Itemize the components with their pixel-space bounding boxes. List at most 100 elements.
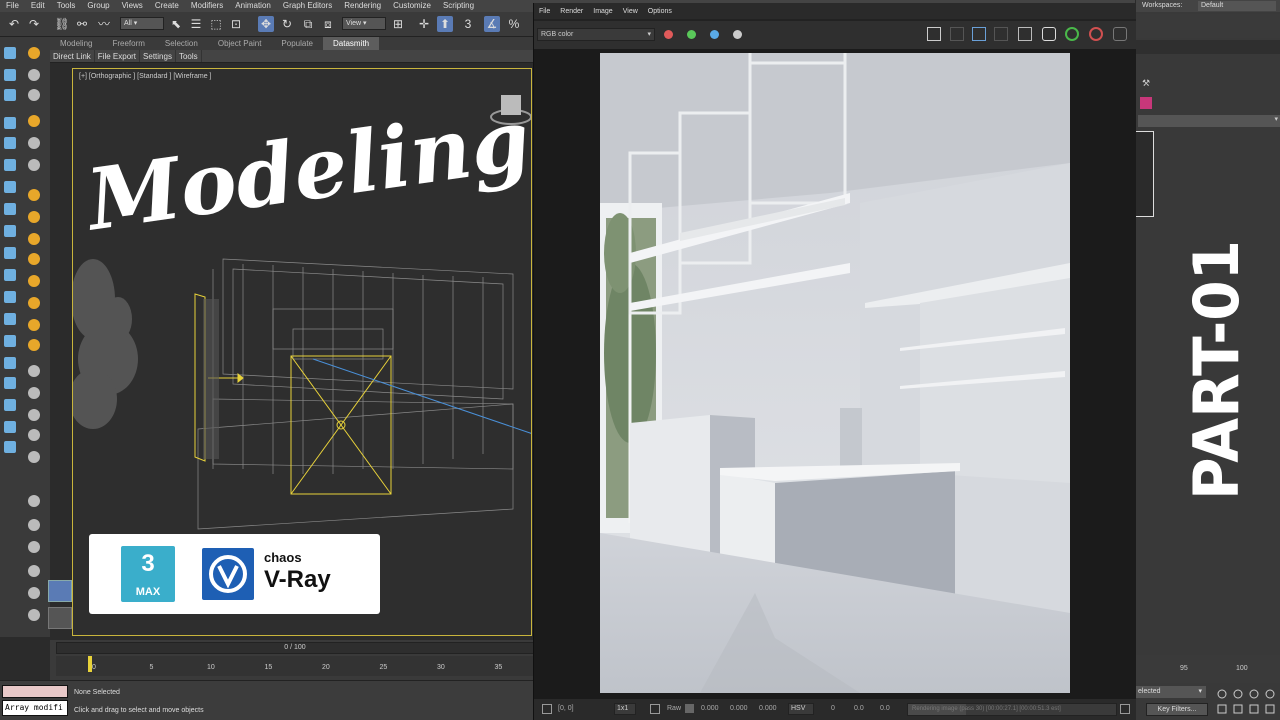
menu-item[interactable]: Edit: [25, 0, 51, 12]
ribbon-subtab[interactable]: Settings: [140, 50, 176, 62]
overlay-title-text: Modeling: [78, 90, 532, 250]
kitchen-render: [600, 53, 1070, 693]
timeline-tick: 20: [322, 664, 330, 671]
vfb-menu-item[interactable]: View: [618, 3, 643, 19]
color-mode-dropdown[interactable]: HSV: [788, 703, 814, 715]
ribbon-tab[interactable]: Selection: [155, 37, 208, 50]
workspaces-label: Workspaces:: [1142, 2, 1183, 9]
teapot-render-icon[interactable]: [1113, 27, 1127, 41]
menu-item[interactable]: Tools: [51, 0, 82, 12]
vfb-menu-item[interactable]: Render: [555, 3, 588, 19]
timeline-tick: 5: [149, 664, 154, 671]
object-color-swatch[interactable]: [1140, 97, 1152, 109]
timeline-tick: 35: [494, 664, 503, 671]
camera-target-line: [312, 358, 531, 434]
viewport-layout-icon[interactable]: [48, 580, 72, 602]
menu-item[interactable]: Modifiers: [185, 0, 229, 12]
follow-mouse-icon[interactable]: [542, 704, 552, 714]
maxscript-listener-top[interactable]: [2, 685, 68, 698]
link-icon[interactable]: ⛓: [54, 16, 70, 32]
vfb-menu-item[interactable]: Image: [588, 3, 617, 19]
load-image-icon[interactable]: [950, 27, 964, 41]
blue-channel-icon[interactable]: [710, 30, 719, 39]
render-area[interactable]: [534, 49, 1137, 699]
ribbon-tab[interactable]: Object Paint: [208, 37, 272, 50]
rect-selection-icon[interactable]: ⬚: [208, 16, 224, 32]
selection-status: None Selected: [74, 689, 120, 696]
timeline-ruler[interactable]: 0 5 10 15 20 25 30 35: [56, 656, 534, 676]
ribbon-subtab[interactable]: File Export: [95, 50, 141, 62]
channel-dropdown[interactable]: RGB color ▾: [537, 28, 655, 41]
menu-item[interactable]: Views: [116, 0, 149, 12]
viewport-layout-alt-icon[interactable]: [48, 607, 72, 629]
menu-item[interactable]: Group: [81, 0, 115, 12]
undo-icon[interactable]: ↶: [6, 16, 22, 32]
percent-snap-icon[interactable]: %: [506, 16, 522, 32]
select-manipulate-icon[interactable]: ✛: [416, 16, 432, 32]
snap-toggle-icon[interactable]: 3: [460, 16, 476, 32]
menu-item[interactable]: File: [0, 0, 25, 12]
region-render-icon[interactable]: [972, 27, 986, 41]
placement-icon[interactable]: ⧈: [320, 16, 336, 32]
menu-item[interactable]: Graph Editors: [277, 0, 338, 12]
redo-icon[interactable]: ↷: [26, 16, 42, 32]
red-channel-icon[interactable]: [664, 30, 673, 39]
link-to-render-icon[interactable]: [1018, 27, 1032, 41]
tree-silhouette: [73, 259, 138, 429]
zoom-dropdown[interactable]: 1x1: [614, 703, 636, 715]
maxscript-input[interactable]: Array modifi: [2, 700, 68, 716]
menu-item[interactable]: Create: [149, 0, 185, 12]
menu-item[interactable]: Customize: [387, 0, 437, 12]
render-icon[interactable]: [1065, 27, 1079, 41]
modifier-stack[interactable]: [1136, 131, 1154, 217]
menu-item[interactable]: Animation: [229, 0, 277, 12]
keyboard-shortcut-override-icon[interactable]: ⬆: [437, 16, 453, 32]
bind-space-warp-icon[interactable]: 〰: [96, 16, 112, 32]
ribbon-tab[interactable]: Freeform: [102, 37, 154, 50]
select-by-name-icon[interactable]: ☰: [188, 16, 204, 32]
ribbon-subtab[interactable]: Direct Link: [50, 50, 95, 62]
window-crossing-icon[interactable]: ⊡: [228, 16, 244, 32]
track-mouse-icon[interactable]: [994, 27, 1008, 41]
time-slider[interactable]: 0 / 100: [56, 642, 534, 654]
key-filters-button[interactable]: Key Filters...: [1146, 703, 1208, 716]
menu-item[interactable]: Rendering: [338, 0, 387, 12]
vfb-menu-item[interactable]: File: [534, 3, 555, 19]
left-tool-icons[interactable]: [0, 37, 64, 637]
ribbon-tab[interactable]: Datasmith: [323, 37, 380, 50]
workspace-dropdown[interactable]: Default: [1198, 1, 1276, 11]
timeline[interactable]: 0 / 100 0 5 10 15 20 25 30 35: [50, 640, 534, 680]
rotate-icon[interactable]: ↻: [279, 16, 295, 32]
scale-icon[interactable]: ⧉: [300, 16, 316, 32]
stop-render-icon[interactable]: [1089, 27, 1103, 41]
angle-snap-icon[interactable]: ∡: [484, 16, 500, 32]
alpha-channel-icon[interactable]: [733, 30, 742, 39]
color-picker-icon[interactable]: [650, 704, 660, 714]
unlink-icon[interactable]: ⚯: [74, 16, 90, 32]
modify-tab-icon[interactable]: ⚒: [1142, 78, 1152, 88]
selection-set-dropdown[interactable]: elected ▾: [1136, 686, 1206, 698]
select-object-icon[interactable]: ⬉: [168, 16, 184, 32]
ribbon-tab[interactable]: Modeling: [50, 37, 102, 50]
menu-item[interactable]: Scripting: [437, 0, 480, 12]
raw-color-swatch: [685, 704, 694, 713]
vfb-menu-item[interactable]: Options: [643, 3, 677, 19]
timeline-tick: 30: [437, 664, 445, 671]
pivot-center-icon[interactable]: ⊞: [390, 16, 406, 32]
rendered-image[interactable]: [600, 53, 1070, 693]
green-channel-icon[interactable]: [687, 30, 696, 39]
navigation-controls[interactable]: [1216, 688, 1276, 716]
key-filters-label: Key Filters...: [1157, 706, 1197, 713]
raw-r-value: 0.000: [701, 705, 719, 712]
ribbon-subtab[interactable]: Tools: [176, 50, 202, 62]
selection-filter-dropdown[interactable]: All ▾: [120, 17, 164, 30]
reference-coordinate-dropdown[interactable]: View ▾: [342, 17, 386, 30]
modifier-list-dropdown[interactable]: ▾: [1138, 115, 1280, 127]
vfb-statusbar: [0, 0] 1x1 Raw 0.000 0.000 0.000 HSV 0 0…: [534, 699, 1137, 720]
interactive-render-icon[interactable]: [1042, 27, 1056, 41]
move-icon[interactable]: ✥: [258, 16, 274, 32]
hsv-s-value: 0.0: [854, 705, 864, 712]
save-image-icon[interactable]: [927, 27, 941, 41]
ribbon-tab[interactable]: Populate: [271, 37, 323, 50]
vfb-panel-toggle-icon[interactable]: [1120, 704, 1130, 714]
